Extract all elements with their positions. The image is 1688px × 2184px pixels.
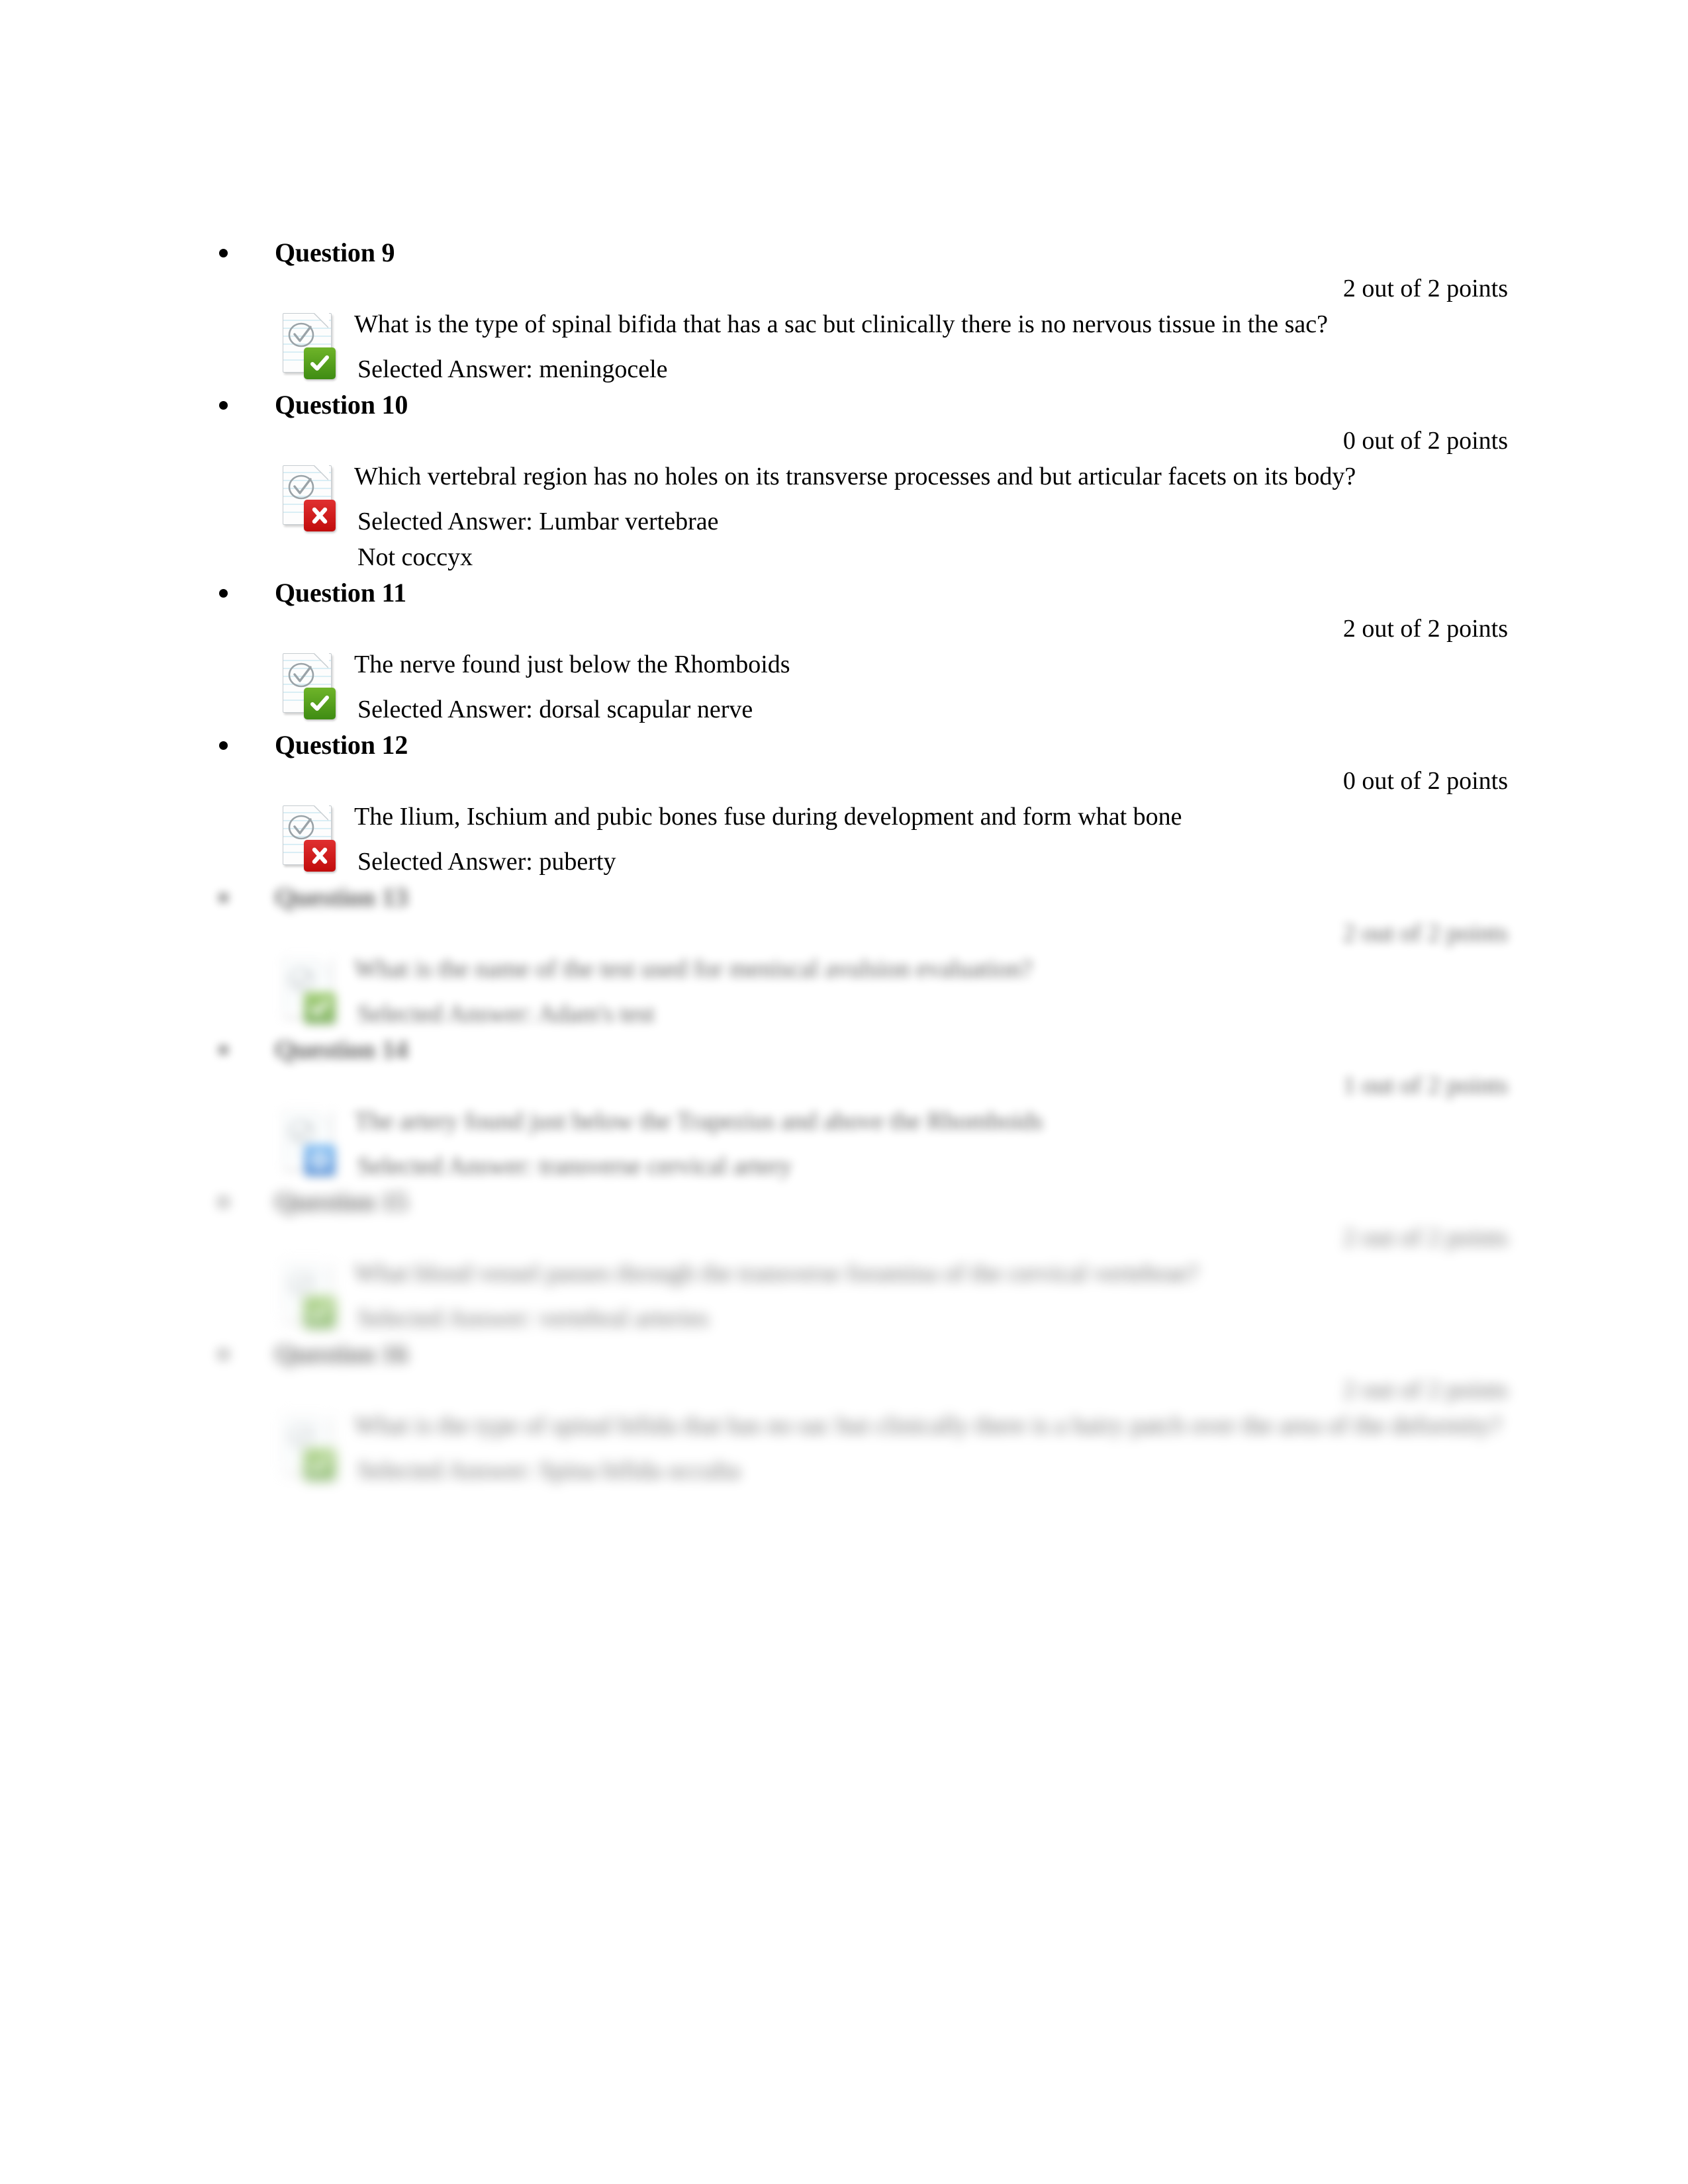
question-label: Question 9 [275, 238, 395, 267]
selected-answer: Selected Answer: Adam's test [357, 1000, 655, 1028]
answer-note: Not coccyx [357, 543, 473, 571]
x-mark-icon [304, 840, 336, 872]
question-body: The nerve found just below the Rhomboids [0, 647, 1688, 719]
check-mark-icon [304, 347, 336, 379]
points-earned: 1 out of 2 points [1342, 1071, 1508, 1099]
question-label: Question 11 [275, 578, 406, 608]
question-heading: Question 16 [0, 1336, 1688, 1372]
question-heading: Question 11 [0, 575, 1688, 611]
points-earned: 0 out of 2 points [1342, 427, 1508, 455]
points-earned: 2 out of 2 points [1342, 275, 1508, 302]
question-body: What is the type of spinal bifida that h… [0, 1408, 1688, 1480]
question-body: What is the name of the test used for me… [0, 951, 1688, 1024]
question-heading: Question 15 [0, 1184, 1688, 1220]
sheet-watermark-icon [287, 1269, 317, 1299]
question-label: Question 10 [275, 390, 408, 420]
question-heading: Question 14 [0, 1032, 1688, 1068]
question-block: Question 12 0 out of 2 points The Ilium, I… [0, 727, 1688, 880]
question-block: Question 15 2 out of 2 points What blood v… [0, 1184, 1688, 1336]
selected-answer: Selected Answer: transverse cervical art… [357, 1152, 792, 1180]
sheet-watermark-icon [287, 1116, 317, 1147]
question-text: What is the name of the test used for me… [354, 955, 1033, 983]
quiz-sheet-icon [280, 804, 344, 873]
question-body: What is the type of spinal bifida that h… [0, 306, 1688, 379]
quiz-sheet-icon [280, 652, 344, 721]
points-earned: 2 out of 2 points [1342, 1224, 1508, 1251]
points-earned: 0 out of 2 points [1342, 767, 1508, 795]
question-block: Question 16 2 out of 2 points What is the … [0, 1336, 1688, 1488]
question-text: The Ilium, Ischium and pubic bones fuse … [354, 803, 1182, 831]
question-body: The Ilium, Ischium and pubic bones fuse … [0, 799, 1688, 872]
question-text: What is the type of spinal bifida that h… [354, 1412, 1502, 1439]
partial-credit-icon [304, 1144, 336, 1176]
selected-answer: Selected Answer: puberty [357, 848, 616, 876]
check-mark-icon [304, 992, 336, 1024]
selected-answer: Selected Answer: Spina bifida occulta [357, 1457, 741, 1484]
question-block: Question 13 2 out of 2 points What is the … [0, 880, 1688, 1032]
question-label: Question 14 [275, 1034, 408, 1064]
check-mark-icon [304, 1297, 336, 1328]
bullet-point-icon [219, 741, 228, 750]
bullet-point-icon [219, 1350, 228, 1359]
quiz-sheet-icon [280, 312, 344, 381]
selected-answer: Selected Answer: Lumbar vertebrae [357, 508, 719, 535]
question-text: The nerve found just below the Rhomboids [354, 651, 790, 678]
question-block: Question 10 0 out of 2 points Which verteb… [0, 387, 1688, 575]
question-text: What is the type of spinal bifida that h… [354, 310, 1329, 338]
quiz-sheet-icon [280, 464, 344, 533]
sheet-watermark-icon [287, 660, 317, 690]
check-mark-icon [304, 1449, 336, 1480]
question-block: Question 9 2 out of 2 points What is the t… [0, 235, 1688, 387]
document-page: Question 9 2 out of 2 points What is the t… [0, 0, 1688, 2184]
sheet-watermark-icon [287, 964, 317, 995]
question-text: The artery found just below the Trapeziu… [354, 1107, 1043, 1135]
quiz-sheet-icon [280, 1413, 344, 1482]
bullet-point-icon [219, 893, 228, 902]
selected-answer: Selected Answer: meningocele [357, 355, 668, 383]
sheet-watermark-icon [287, 812, 317, 842]
question-block: Question 11 2 out of 2 points The nerve fo… [0, 575, 1688, 727]
question-label: Question 13 [275, 882, 408, 912]
question-label: Question 16 [275, 1339, 408, 1369]
question-heading: Question 9 [0, 235, 1688, 271]
bullet-point-icon [219, 589, 228, 598]
x-mark-icon [304, 500, 336, 531]
points-earned: 2 out of 2 points [1342, 919, 1508, 947]
question-list: Question 9 2 out of 2 points What is the t… [0, 235, 1688, 1488]
points-earned: 2 out of 2 points [1342, 615, 1508, 643]
selected-answer: Selected Answer: dorsal scapular nerve [357, 696, 753, 723]
question-body: The artery found just below the Trapeziu… [0, 1103, 1688, 1176]
points-earned: 2 out of 2 points [1342, 1376, 1508, 1404]
question-body: Which vertebral region has no holes on i… [0, 459, 1688, 531]
quiz-sheet-icon [280, 1109, 344, 1177]
quiz-sheet-icon [280, 1261, 344, 1330]
question-text: What blood vessel passes through the tra… [354, 1259, 1199, 1287]
question-heading: Question 12 [0, 727, 1688, 763]
question-label: Question 15 [275, 1187, 408, 1216]
question-label: Question 12 [275, 730, 408, 760]
question-block: Question 14 1 out of 2 points The artery f… [0, 1032, 1688, 1184]
bullet-point-icon [219, 401, 228, 410]
sheet-watermark-icon [287, 1421, 317, 1451]
bullet-point-icon [219, 1198, 228, 1206]
question-text: Which vertebral region has no holes on i… [354, 463, 1356, 490]
sheet-watermark-icon [287, 320, 317, 350]
check-mark-icon [304, 688, 336, 719]
bullet-point-icon [219, 249, 228, 257]
sheet-watermark-icon [287, 472, 317, 502]
question-body: What blood vessel passes through the tra… [0, 1255, 1688, 1328]
bullet-point-icon [219, 1046, 228, 1054]
selected-answer: Selected Answer: vertebral arteries [357, 1304, 709, 1332]
question-heading: Question 13 [0, 880, 1688, 915]
quiz-sheet-icon [280, 956, 344, 1025]
question-heading: Question 10 [0, 387, 1688, 423]
